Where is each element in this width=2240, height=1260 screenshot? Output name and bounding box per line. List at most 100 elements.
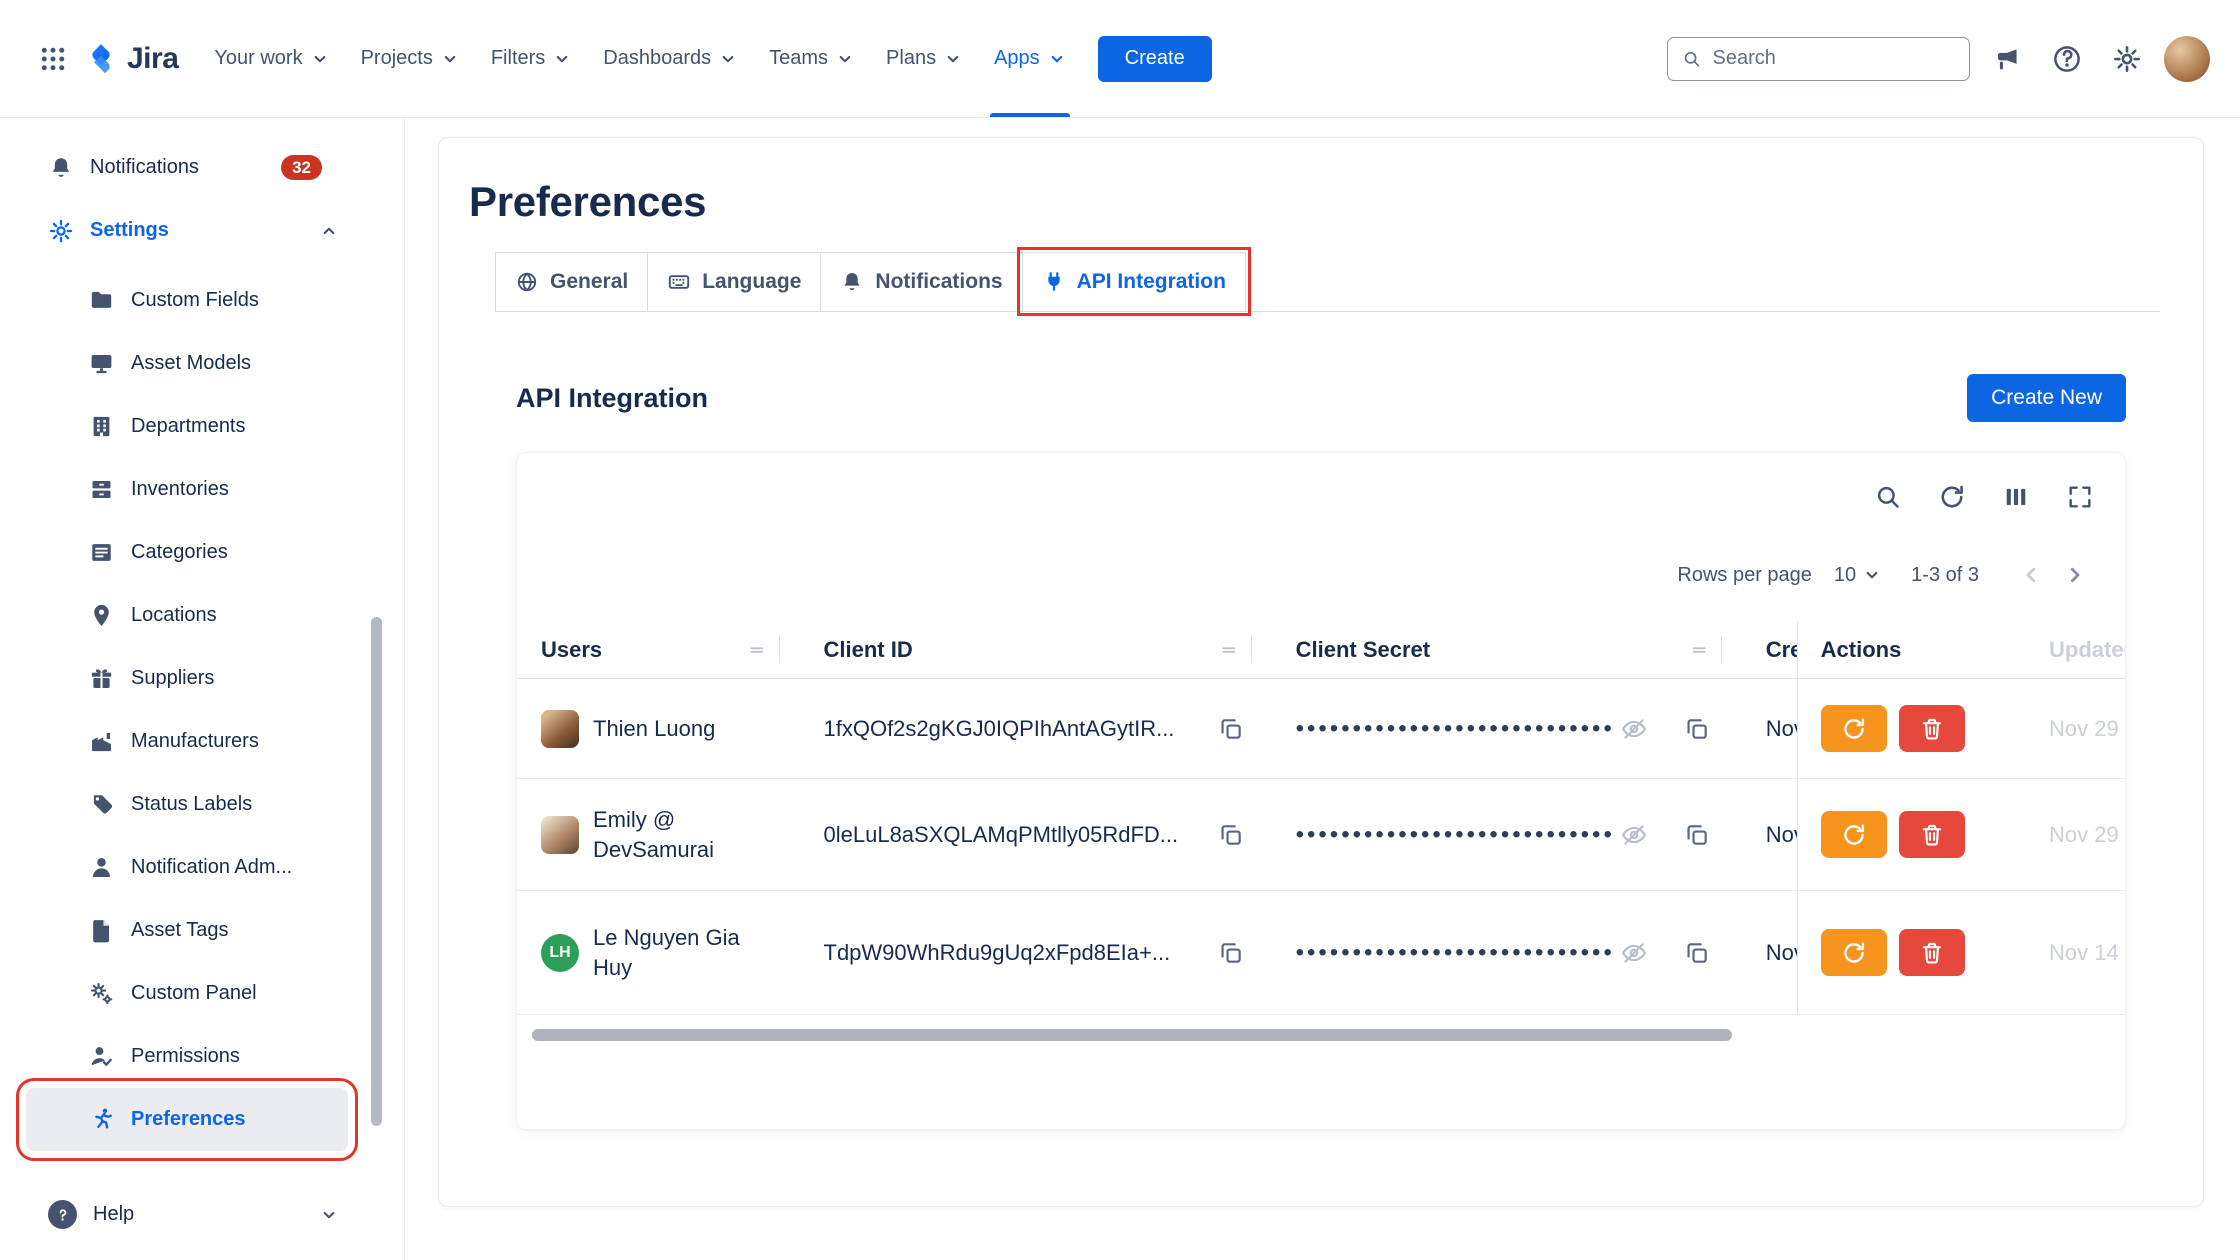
table-pagination: Rows per page 10 1-3 of 3: [517, 553, 2125, 597]
column-header-client-id[interactable]: Client ID: [780, 621, 1252, 678]
eye-off-icon[interactable]: [1620, 715, 1648, 743]
nav-item-apps[interactable]: Apps: [978, 0, 1082, 117]
tab-notifications[interactable]: Notifications: [820, 252, 1022, 311]
copy-icon[interactable]: [1684, 940, 1710, 966]
column-header-users[interactable]: Users: [517, 621, 780, 678]
users-cell: LH Le Nguyen Gia Huy: [517, 891, 780, 1014]
nav-item-your-work[interactable]: Your work: [198, 0, 344, 117]
announcement-megaphone-icon[interactable]: [1984, 36, 2030, 82]
sidebar-item-custom-panel[interactable]: Custom Panel: [26, 962, 348, 1025]
person-check-icon: [88, 1043, 115, 1070]
nav-item-plans[interactable]: Plans: [870, 0, 978, 117]
actions-cell: Nov 29: [1797, 779, 2125, 890]
client-secret-masked: ••••••••••••••••••••••••••••: [1296, 939, 1615, 967]
copy-icon[interactable]: [1218, 822, 1244, 848]
nav-item-projects[interactable]: Projects: [345, 0, 475, 117]
rows-per-page-select[interactable]: 10: [1834, 564, 1881, 587]
app-switcher-icon[interactable]: [30, 36, 76, 82]
updated-value: Nov 14: [2049, 940, 2125, 966]
client-secret-masked: ••••••••••••••••••••••••••••: [1296, 715, 1615, 743]
table-row: Thien Luong 1fxQOf2s2gKGJ0IQPIhAntAGytIR…: [517, 679, 2125, 779]
regenerate-key-button[interactable]: [1821, 705, 1887, 752]
nav-item-teams[interactable]: Teams: [753, 0, 870, 117]
sidebar-scrollbar[interactable]: [371, 617, 382, 1126]
eye-off-icon[interactable]: [1620, 939, 1648, 967]
bell-icon: [840, 270, 864, 294]
settings-gear-icon[interactable]: [2104, 36, 2150, 82]
sidebar-item-suppliers[interactable]: Suppliers: [26, 647, 348, 710]
created-cell: Nov...: [1722, 779, 1797, 890]
sidebar-item-departments[interactable]: Departments: [26, 395, 348, 458]
table-fullscreen-icon[interactable]: [2066, 483, 2094, 511]
client-secret-masked: ••••••••••••••••••••••••••••: [1296, 821, 1615, 849]
copy-icon[interactable]: [1684, 822, 1710, 848]
map-pin-icon: [88, 602, 115, 629]
sidebar-item-notifications[interactable]: Notifications 32: [26, 136, 348, 199]
sidebar-item-locations[interactable]: Locations: [26, 584, 348, 647]
sidebar-item-settings[interactable]: Settings: [26, 199, 348, 262]
sidebar-item-help[interactable]: Help: [26, 1183, 348, 1246]
table-horizontal-scrollbar[interactable]: [532, 1029, 1732, 1041]
help-icon[interactable]: [2044, 36, 2090, 82]
chevron-down-icon: [320, 1206, 338, 1224]
chevron-down-icon: [441, 50, 459, 68]
monitor-icon: [88, 350, 115, 377]
sidebar-item-manufacturers[interactable]: Manufacturers: [26, 710, 348, 773]
tab-general[interactable]: General: [495, 252, 648, 311]
eye-off-icon[interactable]: [1620, 821, 1648, 849]
tab-label: Language: [702, 270, 801, 294]
column-drag-icon[interactable]: [1218, 639, 1240, 661]
column-drag-icon[interactable]: [1688, 639, 1710, 661]
sidebar-item-custom-fields[interactable]: Custom Fields: [26, 269, 348, 332]
column-header-created[interactable]: Created: [1722, 621, 1797, 678]
sidebar-item-inventories[interactable]: Inventories: [26, 458, 348, 521]
tab-language[interactable]: Language: [647, 252, 821, 311]
column-label: Client Secret: [1296, 637, 1431, 663]
chevron-up-icon: [320, 222, 338, 240]
jira-logo[interactable]: Jira: [76, 42, 186, 76]
nav-item-filters[interactable]: Filters: [475, 0, 587, 117]
search-box[interactable]: [1667, 37, 1970, 81]
nav-label: Projects: [361, 47, 433, 70]
sidebar-item-asset-tags[interactable]: Asset Tags: [26, 899, 348, 962]
sidebar-item-label: Inventories: [131, 478, 229, 501]
delete-key-button[interactable]: [1899, 705, 1965, 752]
client-secret-cell: ••••••••••••••••••••••••••••: [1252, 679, 1722, 778]
sidebar-item-status-labels[interactable]: Status Labels: [26, 773, 348, 836]
list-icon: [88, 539, 115, 566]
column-drag-icon[interactable]: [746, 639, 768, 661]
delete-key-button[interactable]: [1899, 929, 1965, 976]
search-input[interactable]: [1713, 47, 1955, 70]
sidebar-item-categories[interactable]: Categories: [26, 521, 348, 584]
table-columns-icon[interactable]: [2002, 483, 2030, 511]
api-keys-table: Users Client ID Client Secret Created Ac…: [517, 621, 2125, 1015]
column-header-client-secret[interactable]: Client Secret: [1252, 621, 1722, 678]
copy-icon[interactable]: [1218, 716, 1244, 742]
sidebar-item-asset-models[interactable]: Asset Models: [26, 332, 348, 395]
delete-key-button[interactable]: [1899, 811, 1965, 858]
pagination-next-icon[interactable]: [2053, 553, 2097, 597]
sidebar-item-label: Notification Adm...: [131, 856, 292, 879]
nav-label: Your work: [214, 47, 302, 70]
table-refresh-icon[interactable]: [1938, 483, 1966, 511]
create-button[interactable]: Create: [1098, 36, 1212, 82]
users-cell: Emily @ DevSamurai: [517, 779, 780, 890]
user-avatar[interactable]: [2164, 36, 2210, 82]
preferences-card: Preferences General Language Notificatio…: [438, 137, 2204, 1207]
main-content: Preferences General Language Notificatio…: [405, 118, 2240, 1260]
copy-icon[interactable]: [1218, 940, 1244, 966]
gift-icon: [88, 665, 115, 692]
nav-item-dashboards[interactable]: Dashboards: [587, 0, 753, 117]
sidebar-item-notification-admins[interactable]: Notification Adm...: [26, 836, 348, 899]
tab-api-integration[interactable]: API Integration: [1022, 252, 1246, 311]
create-new-button[interactable]: Create New: [1967, 374, 2126, 422]
table-search-icon[interactable]: [1874, 483, 1902, 511]
table-row: LH Le Nguyen Gia Huy TdpW90WhRdu9gUq2xFp…: [517, 891, 2125, 1015]
regenerate-key-button[interactable]: [1821, 811, 1887, 858]
sidebar-item-preferences[interactable]: Preferences: [26, 1088, 348, 1151]
sidebar-item-permissions[interactable]: Permissions: [26, 1025, 348, 1088]
copy-icon[interactable]: [1684, 716, 1710, 742]
regenerate-key-button[interactable]: [1821, 929, 1887, 976]
pagination-prev-icon[interactable]: [2009, 553, 2053, 597]
runner-icon: [88, 1106, 115, 1133]
